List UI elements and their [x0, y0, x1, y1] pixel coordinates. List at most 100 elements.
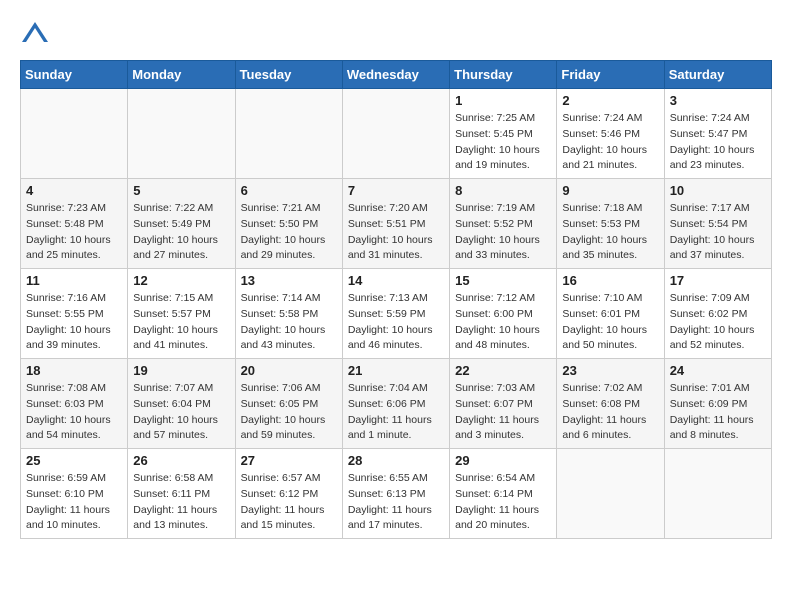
day-info: Sunrise: 7:25 AMSunset: 5:45 PMDaylight:…: [455, 111, 551, 174]
calendar-week-2: 4 Sunrise: 7:23 AMSunset: 5:48 PMDaylight…: [21, 179, 772, 269]
calendar-cell: 29 Sunrise: 6:54 AMSunset: 6:14 PMDayligh…: [450, 449, 557, 539]
calendar-cell: 3 Sunrise: 7:24 AMSunset: 5:47 PMDaylight…: [664, 89, 771, 179]
day-number: 19: [133, 363, 229, 378]
calendar-cell: 7Sunrise: 7:20 AMSunset: 5:51 PMDaylight…: [342, 179, 449, 269]
calendar-cell: 11 Sunrise: 7:16 AMSunset: 5:55 PMDayligh…: [21, 269, 128, 359]
day-number: 25: [26, 453, 122, 468]
day-number: 24: [670, 363, 766, 378]
day-info: Sunrise: 6:58 AMSunset: 6:11 PMDaylight:…: [133, 471, 229, 534]
calendar-cell: [235, 89, 342, 179]
calendar-body: 1 Sunrise: 7:25 AMSunset: 5:45 PMDaylight…: [21, 89, 772, 539]
day-header-saturday: Saturday: [664, 61, 771, 89]
day-number: 8: [455, 183, 551, 198]
day-number: 12: [133, 273, 229, 288]
day-info: Sunrise: 7:04 AMSunset: 6:06 PMDaylight:…: [348, 381, 444, 444]
calendar-header-row: SundayMondayTuesdayWednesdayThursdayFrid…: [21, 61, 772, 89]
day-header-tuesday: Tuesday: [235, 61, 342, 89]
calendar-cell: 18Sunrise: 7:08 AMSunset: 6:03 PMDayligh…: [21, 359, 128, 449]
day-info: Sunrise: 7:17 AMSunset: 5:54 PMDaylight:…: [670, 201, 766, 264]
day-number: 11: [26, 273, 122, 288]
day-info: Sunrise: 7:09 AMSunset: 6:02 PMDaylight:…: [670, 291, 766, 354]
day-number: 1: [455, 93, 551, 108]
day-number: 3: [670, 93, 766, 108]
logo-icon: [20, 20, 50, 50]
day-number: 28: [348, 453, 444, 468]
calendar-cell: 13 Sunrise: 7:14 AMSunset: 5:58 PMDayligh…: [235, 269, 342, 359]
day-number: 6: [241, 183, 337, 198]
day-number: 9: [562, 183, 658, 198]
calendar-cell: 25 Sunrise: 6:59 AMSunset: 6:10 PMDayligh…: [21, 449, 128, 539]
calendar-cell: 22 Sunrise: 7:03 AMSunset: 6:07 PMDayligh…: [450, 359, 557, 449]
day-info: Sunrise: 7:20 AMSunset: 5:51 PMDaylight:…: [348, 201, 444, 264]
day-number: 26: [133, 453, 229, 468]
day-number: 10: [670, 183, 766, 198]
day-info: Sunrise: 7:16 AMSunset: 5:55 PMDaylight:…: [26, 291, 122, 354]
day-info: Sunrise: 7:06 AMSunset: 6:05 PMDaylight:…: [241, 381, 337, 444]
day-number: 17: [670, 273, 766, 288]
day-number: 13: [241, 273, 337, 288]
day-number: 4: [26, 183, 122, 198]
day-number: 20: [241, 363, 337, 378]
calendar-cell: [128, 89, 235, 179]
day-info: Sunrise: 7:12 AMSunset: 6:00 PMDaylight:…: [455, 291, 551, 354]
calendar-cell: [21, 89, 128, 179]
calendar-cell: 23 Sunrise: 7:02 AMSunset: 6:08 PMDayligh…: [557, 359, 664, 449]
day-info: Sunrise: 6:59 AMSunset: 6:10 PMDaylight:…: [26, 471, 122, 534]
day-info: Sunrise: 6:57 AMSunset: 6:12 PMDaylight:…: [241, 471, 337, 534]
day-info: Sunrise: 7:07 AMSunset: 6:04 PMDaylight:…: [133, 381, 229, 444]
calendar-cell: [557, 449, 664, 539]
day-header-monday: Monday: [128, 61, 235, 89]
calendar-cell: 4 Sunrise: 7:23 AMSunset: 5:48 PMDaylight…: [21, 179, 128, 269]
page-header: [20, 20, 772, 50]
calendar-cell: 10 Sunrise: 7:17 AMSunset: 5:54 PMDayligh…: [664, 179, 771, 269]
day-info: Sunrise: 6:55 AMSunset: 6:13 PMDaylight:…: [348, 471, 444, 534]
calendar-cell: 21 Sunrise: 7:04 AMSunset: 6:06 PMDayligh…: [342, 359, 449, 449]
calendar-cell: 6Sunrise: 7:21 AMSunset: 5:50 PMDaylight…: [235, 179, 342, 269]
calendar-cell: [342, 89, 449, 179]
day-number: 16: [562, 273, 658, 288]
day-info: Sunrise: 7:14 AMSunset: 5:58 PMDaylight:…: [241, 291, 337, 354]
day-number: 14: [348, 273, 444, 288]
day-number: 23: [562, 363, 658, 378]
calendar-cell: 24 Sunrise: 7:01 AMSunset: 6:09 PMDayligh…: [664, 359, 771, 449]
day-info: Sunrise: 7:01 AMSunset: 6:09 PMDaylight:…: [670, 381, 766, 444]
day-number: 2: [562, 93, 658, 108]
day-number: 29: [455, 453, 551, 468]
day-info: Sunrise: 7:02 AMSunset: 6:08 PMDaylight:…: [562, 381, 658, 444]
day-info: Sunrise: 7:19 AMSunset: 5:52 PMDaylight:…: [455, 201, 551, 264]
calendar-cell: 14 Sunrise: 7:13 AMSunset: 5:59 PMDayligh…: [342, 269, 449, 359]
day-header-friday: Friday: [557, 61, 664, 89]
day-number: 21: [348, 363, 444, 378]
calendar-cell: 28 Sunrise: 6:55 AMSunset: 6:13 PMDayligh…: [342, 449, 449, 539]
calendar-week-1: 1 Sunrise: 7:25 AMSunset: 5:45 PMDaylight…: [21, 89, 772, 179]
day-info: Sunrise: 7:03 AMSunset: 6:07 PMDaylight:…: [455, 381, 551, 444]
calendar-cell: 5Sunrise: 7:22 AMSunset: 5:49 PMDaylight…: [128, 179, 235, 269]
day-info: Sunrise: 6:54 AMSunset: 6:14 PMDaylight:…: [455, 471, 551, 534]
logo: [20, 20, 56, 50]
calendar-cell: 12 Sunrise: 7:15 AMSunset: 5:57 PMDayligh…: [128, 269, 235, 359]
day-header-thursday: Thursday: [450, 61, 557, 89]
calendar-cell: 19 Sunrise: 7:07 AMSunset: 6:04 PMDayligh…: [128, 359, 235, 449]
calendar-cell: [664, 449, 771, 539]
day-info: Sunrise: 7:24 AMSunset: 5:47 PMDaylight:…: [670, 111, 766, 174]
calendar-cell: 17 Sunrise: 7:09 AMSunset: 6:02 PMDayligh…: [664, 269, 771, 359]
day-info: Sunrise: 7:23 AMSunset: 5:48 PMDaylight:…: [26, 201, 122, 264]
day-info: Sunrise: 7:10 AMSunset: 6:01 PMDaylight:…: [562, 291, 658, 354]
calendar-cell: 9 Sunrise: 7:18 AMSunset: 5:53 PMDaylight…: [557, 179, 664, 269]
day-info: Sunrise: 7:15 AMSunset: 5:57 PMDaylight:…: [133, 291, 229, 354]
day-number: 27: [241, 453, 337, 468]
calendar-week-4: 18Sunrise: 7:08 AMSunset: 6:03 PMDayligh…: [21, 359, 772, 449]
day-info: Sunrise: 7:18 AMSunset: 5:53 PMDaylight:…: [562, 201, 658, 264]
calendar-week-3: 11 Sunrise: 7:16 AMSunset: 5:55 PMDayligh…: [21, 269, 772, 359]
calendar-cell: 1 Sunrise: 7:25 AMSunset: 5:45 PMDaylight…: [450, 89, 557, 179]
calendar-cell: 16 Sunrise: 7:10 AMSunset: 6:01 PMDayligh…: [557, 269, 664, 359]
calendar-cell: 2Sunrise: 7:24 AMSunset: 5:46 PMDaylight…: [557, 89, 664, 179]
day-info: Sunrise: 7:13 AMSunset: 5:59 PMDaylight:…: [348, 291, 444, 354]
calendar-cell: 27 Sunrise: 6:57 AMSunset: 6:12 PMDayligh…: [235, 449, 342, 539]
calendar-week-5: 25 Sunrise: 6:59 AMSunset: 6:10 PMDayligh…: [21, 449, 772, 539]
day-info: Sunrise: 7:22 AMSunset: 5:49 PMDaylight:…: [133, 201, 229, 264]
day-header-sunday: Sunday: [21, 61, 128, 89]
day-number: 15: [455, 273, 551, 288]
day-header-wednesday: Wednesday: [342, 61, 449, 89]
day-number: 22: [455, 363, 551, 378]
